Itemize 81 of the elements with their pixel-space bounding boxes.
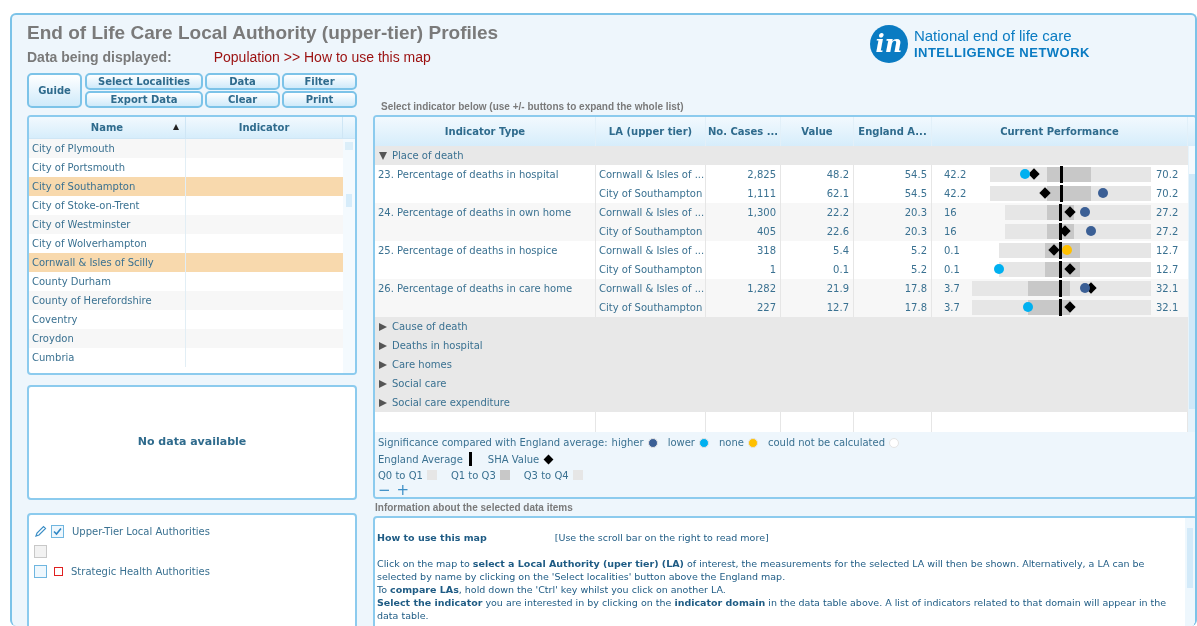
list-row[interactable]: Cornwall & Isles of Scilly [29, 253, 343, 272]
range-max: 27.2 [1155, 206, 1179, 220]
info-title: How to use this map [377, 531, 487, 544]
empty-message: No data available [137, 434, 247, 451]
group-label: Care homes [392, 358, 452, 372]
legend-label: Q0 to Q1 [378, 468, 423, 483]
pencil-icon[interactable] [34, 524, 47, 538]
column-label: Indicator [238, 121, 290, 135]
info-paragraph: To compare LAs, hold down the 'Ctrl' key whilst you click on another LA. [377, 583, 727, 596]
group-row[interactable]: Social care [375, 374, 1188, 393]
info-hint: [Use the scroll bar on the right to read more] [554, 531, 769, 544]
range-min: 42.2 [943, 168, 968, 182]
expand-button[interactable]: + [396, 483, 410, 497]
legend-label: Q1 to Q3 [450, 468, 496, 483]
toolbar-button[interactable]: Select Localities [85, 73, 203, 90]
range-max: 32.1 [1155, 301, 1179, 315]
group-row[interactable]: Social care expenditure [375, 393, 1188, 412]
legend-label: England Average [378, 452, 463, 467]
checkbox[interactable] [51, 524, 64, 538]
collapse-button[interactable]: − [378, 483, 391, 497]
column-header[interactable]: Indicator [186, 117, 343, 138]
range-max: 12.7 [1155, 263, 1179, 277]
scrollbar[interactable] [1188, 146, 1195, 432]
group-label: Deaths in hospital [392, 339, 483, 353]
legend-label: Significance compared with England average: [378, 436, 608, 450]
legend-label: none [719, 436, 744, 450]
scrollbar[interactable] [343, 139, 355, 373]
toolbar-button[interactable]: Data [205, 73, 280, 90]
list-row[interactable]: Croydon [29, 329, 343, 348]
outline-swatch [54, 566, 63, 576]
column-label: Name [90, 121, 124, 135]
group-row[interactable]: Care homes [375, 355, 1188, 374]
range-min: 16 [943, 206, 958, 220]
layer-label: Strategic Health Authorities [71, 564, 210, 579]
legend-label: Q3 to Q4 [523, 468, 569, 483]
layer-label: Upper-Tier Local Authorities [72, 524, 210, 539]
column-header[interactable]: Name [29, 117, 186, 138]
info-caption: Information about the selected data items [374, 502, 574, 515]
list-row[interactable]: County of Herefordshire [29, 291, 343, 310]
legend-label: higher [611, 436, 644, 450]
range-max: 32.1 [1155, 282, 1179, 296]
group-label: Cause of death [392, 320, 468, 334]
group-row[interactable]: Deaths in hospital [375, 336, 1188, 355]
group-label: Social care expenditure [392, 396, 510, 410]
list-row[interactable]: City of Westminster [29, 215, 343, 234]
toolbar-button[interactable]: Export Data [85, 91, 203, 108]
group-row[interactable]: Place of death [375, 146, 1188, 165]
legend-label: SHA Value [487, 452, 540, 467]
guide-button[interactable]: Guide [27, 73, 82, 108]
data-value: Population >> How to use this map [213, 48, 431, 66]
toolbar-button[interactable]: Clear [205, 91, 280, 108]
group-label: Place of death [392, 149, 464, 163]
range-max: 70.2 [1155, 168, 1179, 182]
info-paragraph: Select the indicator you are interested in by clicking on the indicator domain in the data table above. A list of indicators related to that domain will appear in the data table. [377, 596, 1168, 622]
data-label: Data being displayed: [27, 48, 172, 66]
logo-text: National end of life care [913, 27, 1073, 44]
toolbar-button[interactable]: Print [282, 91, 357, 108]
group-label: Social care [392, 377, 447, 391]
toolbar-button[interactable]: Filter [282, 73, 357, 90]
range-min: 16 [943, 225, 958, 239]
range-min: 42.2 [943, 187, 968, 201]
range-max: 70.2 [1155, 187, 1179, 201]
table-caption: Select indicator below (use +/- buttons to expand the whole list) [380, 101, 685, 114]
checkbox[interactable] [34, 564, 47, 578]
logo-text: INTELLIGENCE NETWORK [913, 44, 1090, 61]
range-max: 27.2 [1155, 225, 1179, 239]
list-row[interactable]: City of Southampton [29, 177, 343, 196]
logo-mark: in [869, 25, 908, 63]
group-row[interactable]: Cause of death [375, 317, 1188, 336]
legend-label: could not be calculated [767, 436, 885, 450]
range-min: 3.7 [943, 282, 961, 296]
range-min: 0.1 [943, 263, 961, 277]
list-row[interactable]: City of Plymouth [29, 139, 343, 158]
range-min: 3.7 [943, 301, 961, 315]
legend-label: lower [667, 436, 695, 450]
scrollbar[interactable] [1185, 518, 1195, 626]
range-max: 12.7 [1155, 244, 1179, 258]
page-title: End of Life Care Local Authority (upper-tier) Profiles [27, 21, 499, 45]
checkbox[interactable] [34, 544, 47, 558]
info-paragraph: Click on the map to select a Local Authority (uper tier) (LA) of interest, the measurements for the selected LA will then be shown. Alternatively, a LA can be selected by name by clicking on the 'Select localities' button above the England map. [377, 557, 1146, 583]
range-min: 0.1 [943, 244, 961, 258]
